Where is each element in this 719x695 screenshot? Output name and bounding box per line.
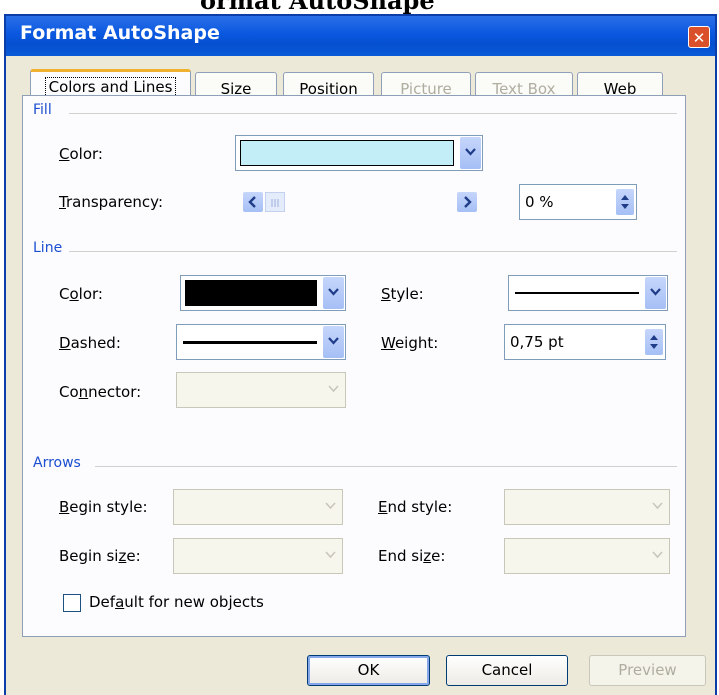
connector-dropdown[interactable] (176, 372, 346, 408)
title-bar[interactable]: Format AutoShape ✕ (6, 16, 715, 56)
line-heading: Line (33, 240, 63, 256)
divider (95, 466, 677, 467)
chevron-down-icon[interactable] (460, 137, 481, 169)
default-for-new-objects-checkbox[interactable] (63, 594, 81, 612)
weight-label: Weight: (381, 334, 439, 352)
chevron-down-icon (647, 491, 668, 523)
dialog-title: Format AutoShape (20, 22, 220, 44)
end-style-dropdown[interactable] (504, 489, 670, 525)
tab-label: Colors and Lines (44, 77, 177, 97)
end-style-label: End style: (378, 498, 453, 516)
fill-heading: Fill (33, 102, 52, 118)
connector-label: Connector: (59, 383, 142, 401)
divider (69, 113, 677, 114)
close-icon: ✕ (692, 29, 706, 47)
line-style-dropdown[interactable] (508, 275, 668, 311)
line-style-preview (515, 292, 639, 294)
colors-and-lines-panel: Fill Color: Transparency: 0 % Line Color… (22, 95, 686, 637)
chevron-down-icon (647, 540, 668, 572)
chevron-down-icon (320, 491, 341, 523)
begin-style-dropdown[interactable] (173, 489, 343, 525)
begin-size-label: Begin size: (59, 547, 141, 565)
divider (69, 251, 677, 252)
begin-style-label: Begin style: (59, 498, 148, 516)
dashed-label: Dashed: (59, 334, 121, 352)
arrows-heading: Arrows (33, 455, 81, 471)
caption-text: ormat AutoShape (200, 0, 435, 14)
preview-button[interactable]: Preview (589, 655, 706, 686)
dashed-dropdown[interactable] (176, 324, 346, 360)
chevron-down-icon[interactable] (323, 326, 344, 358)
chevron-down-icon (320, 540, 341, 572)
scroll-left-icon[interactable] (243, 192, 263, 212)
end-size-dropdown[interactable] (504, 538, 670, 574)
caption-strip: ormat AutoShape (0, 0, 719, 14)
fill-color-swatch (240, 140, 454, 166)
default-for-new-objects-label[interactable]: Default for new objects (89, 593, 264, 611)
spin-arrows-icon[interactable] (616, 189, 634, 215)
end-size-label: End size: (378, 547, 446, 565)
cancel-button[interactable]: Cancel (446, 655, 568, 686)
line-color-dropdown[interactable] (180, 275, 346, 311)
weight-spinner[interactable]: 0,75 pt (504, 324, 666, 360)
dash-preview (183, 341, 317, 344)
chevron-down-icon (323, 374, 344, 406)
ok-button[interactable]: OK (307, 655, 430, 686)
transparency-label: Transparency: (59, 193, 164, 211)
line-color-label: Color: (59, 285, 103, 303)
close-button[interactable]: ✕ (688, 26, 710, 48)
line-color-swatch (185, 280, 317, 306)
fill-color-label: Color: (59, 145, 103, 163)
scroll-right-icon[interactable] (457, 192, 477, 212)
weight-value: 0,75 pt (510, 333, 564, 351)
begin-size-dropdown[interactable] (173, 538, 343, 574)
style-label: Style: (381, 285, 424, 303)
transparency-value: 0 % (525, 193, 554, 211)
chevron-down-icon[interactable] (323, 277, 344, 309)
fill-color-dropdown[interactable] (235, 135, 483, 171)
transparency-spinner[interactable]: 0 % (519, 184, 637, 220)
transparency-slider-thumb[interactable] (265, 192, 285, 212)
spin-arrows-icon[interactable] (645, 329, 663, 355)
chevron-down-icon[interactable] (645, 277, 666, 309)
